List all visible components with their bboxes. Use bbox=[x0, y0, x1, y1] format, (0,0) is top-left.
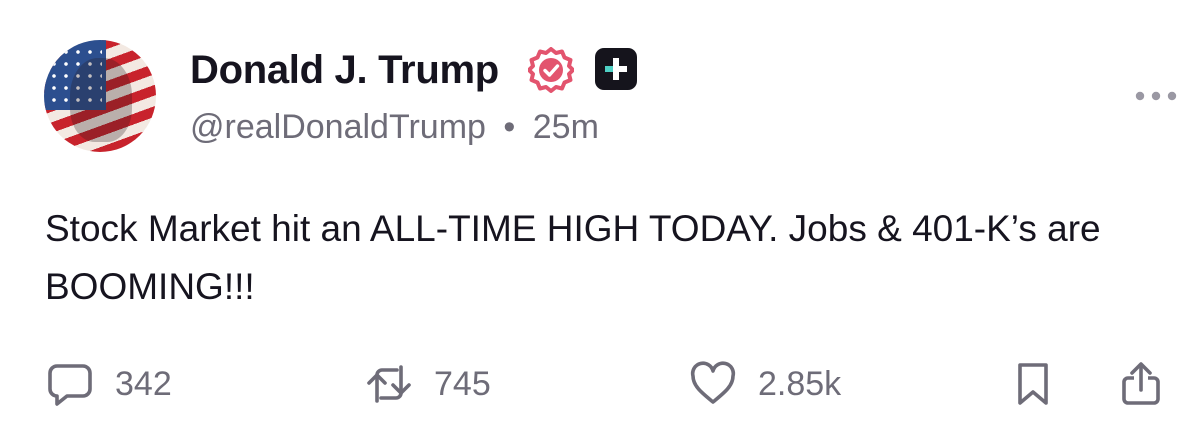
reply-icon bbox=[48, 364, 92, 406]
repost-icon bbox=[367, 365, 411, 403]
post-timestamp[interactable]: 25m bbox=[533, 108, 599, 146]
share-icon bbox=[1122, 362, 1160, 405]
avatar-portrait bbox=[70, 58, 132, 142]
like-button[interactable]: 2.85k bbox=[690, 361, 841, 407]
more-options-icon[interactable] bbox=[1134, 89, 1178, 103]
bookmark-button[interactable] bbox=[1010, 361, 1056, 407]
separator-dot: • bbox=[503, 108, 516, 146]
repost-button[interactable]: 745 bbox=[366, 361, 491, 407]
repost-count: 745 bbox=[434, 365, 491, 403]
handle-row: @realDonaldTrump • 25m bbox=[190, 106, 599, 148]
author-name[interactable]: Donald J. Trump bbox=[190, 46, 499, 94]
author-handle[interactable]: @realDonaldTrump bbox=[190, 108, 486, 146]
bookmark-icon bbox=[1018, 363, 1048, 405]
plus-badge-icon bbox=[595, 48, 637, 90]
avatar[interactable] bbox=[44, 40, 156, 152]
like-count: 2.85k bbox=[758, 365, 842, 403]
verified-badge-icon bbox=[528, 47, 574, 93]
reply-count: 342 bbox=[115, 365, 172, 403]
post-body: Stock Market hit an ALL-TIME HIGH TODAY.… bbox=[45, 208, 1101, 307]
heart-icon bbox=[690, 361, 736, 404]
reply-button[interactable]: 342 bbox=[47, 361, 172, 407]
share-button[interactable] bbox=[1118, 361, 1164, 407]
